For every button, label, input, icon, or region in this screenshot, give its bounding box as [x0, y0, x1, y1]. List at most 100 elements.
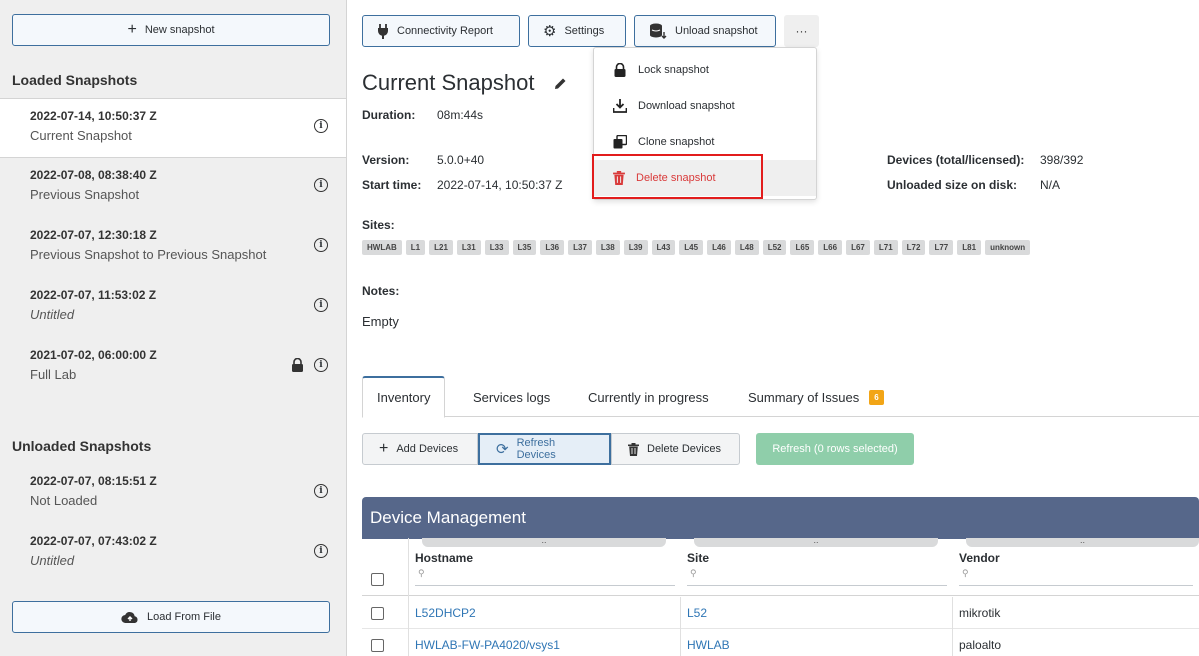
tab-summary-of-issues[interactable]: Summary of Issues 6 — [748, 376, 884, 418]
device-management-header: Device Management — [362, 497, 1199, 539]
pencil-icon[interactable] — [553, 77, 567, 91]
snapshot-item[interactable]: 2022-07-07, 07:43:02 Z Untitled i — [0, 524, 346, 584]
snapshot-date: 2022-07-14, 10:50:37 Z — [30, 109, 157, 123]
loaded-snapshots-heading: Loaded Snapshots — [12, 72, 138, 88]
site-badge: L71 — [873, 240, 898, 255]
site-badge: L39 — [623, 240, 648, 255]
site-badge: L46 — [707, 240, 731, 255]
site-filter-input[interactable]: ⚲ — [687, 568, 947, 586]
row-checkbox[interactable] — [371, 638, 384, 652]
site-badge: L45 — [679, 240, 704, 255]
plug-icon — [378, 23, 388, 39]
row-checkbox-cell — [365, 597, 384, 629]
vendor-column-header[interactable]: .. Vendor ⚲ — [953, 536, 1199, 596]
column-drag-handle[interactable]: .. — [694, 536, 938, 547]
duration-value: 08m:44s — [437, 108, 484, 122]
site-badge: L72 — [901, 240, 926, 255]
snapshot-item[interactable]: 2022-07-07, 11:53:02 Z Untitled i — [0, 278, 346, 338]
column-divider — [680, 597, 681, 656]
snapshot-item[interactable]: 2022-07-14, 10:50:37 Z Current Snapshot … — [0, 98, 346, 158]
unload-snapshot-button[interactable]: Unload snapshot — [634, 15, 776, 47]
tab-bar: Inventory Services logs Currently in pro… — [362, 376, 1199, 418]
site-column-header[interactable]: .. Site ⚲ — [681, 536, 953, 596]
add-devices-button[interactable]: + Add Devices — [362, 433, 478, 465]
delete-devices-button[interactable]: Delete Devices — [611, 433, 740, 465]
hostname-cell[interactable]: L52DHCP2 — [409, 597, 476, 629]
load-from-file-button[interactable]: Load From File — [12, 601, 330, 633]
hostname-column-header[interactable]: .. Hostname ⚲ — [409, 536, 681, 596]
connectivity-report-button[interactable]: Connectivity Report — [362, 15, 520, 47]
device-actions: + Add Devices ⟳ Refresh Devices Delete D… — [362, 433, 740, 465]
info-icon[interactable]: i — [314, 238, 328, 252]
settings-label: Settings — [564, 25, 605, 37]
tab-services-logs[interactable]: Services logs — [473, 376, 550, 418]
refresh-devices-button[interactable]: ⟳ Refresh Devices — [478, 433, 611, 465]
page-title: Current Snapshot — [362, 70, 535, 95]
new-snapshot-button[interactable]: + New snapshot — [12, 14, 330, 46]
highlight-annotation-box — [592, 154, 763, 199]
column-divider — [408, 538, 409, 656]
column-drag-handle[interactable]: .. — [966, 536, 1199, 547]
site-badge: L33 — [484, 240, 509, 255]
info-icon[interactable]: i — [314, 484, 328, 498]
snapshot-date: 2022-07-08, 08:38:40 Z — [30, 168, 157, 182]
snapshot-item[interactable]: 2022-07-08, 08:38:40 Z Previous Snapshot… — [0, 158, 346, 218]
table-row[interactable]: HWLAB-FW-PA4020/vsys1 HWLAB paloalto — [362, 629, 1199, 656]
search-icon: ⚲ — [690, 568, 697, 578]
info-icon[interactable]: i — [314, 544, 328, 558]
devices-value: 398/392 — [1040, 153, 1084, 167]
select-column-header — [362, 538, 409, 596]
site-badge: L38 — [595, 240, 620, 255]
vendor-filter-input[interactable]: ⚲ — [959, 568, 1193, 586]
snapshot-date: 2022-07-07, 11:53:02 Z — [30, 288, 157, 302]
tab-summary-of-issues-label: Summary of Issues — [748, 389, 860, 405]
tab-currently-in-progress[interactable]: Currently in progress — [588, 376, 709, 418]
site-cell[interactable]: L52 — [681, 597, 707, 629]
site-badge: L35 — [512, 240, 537, 255]
select-all-checkbox[interactable] — [371, 573, 384, 586]
hostname-column-title: Hostname — [415, 551, 474, 565]
row-checkbox[interactable] — [371, 606, 384, 620]
snapshot-item[interactable]: 2021-07-02, 06:00:00 Z Full Lab i — [0, 338, 346, 398]
sidebar: + New snapshot Loaded Snapshots 2022-07-… — [0, 0, 347, 656]
column-drag-handle[interactable]: .. — [422, 536, 666, 547]
info-icon[interactable]: i — [314, 119, 328, 133]
info-icon[interactable]: i — [314, 358, 328, 372]
hostname-cell[interactable]: HWLAB-FW-PA4020/vsys1 — [409, 629, 560, 656]
version-label: Version: — [362, 153, 410, 167]
info-icon[interactable]: i — [314, 298, 328, 312]
trash-icon — [628, 442, 639, 456]
download-snapshot-menu-item[interactable]: Download snapshot — [594, 88, 816, 124]
cloud-upload-icon — [121, 611, 138, 623]
unloaded-snapshots-heading: Unloaded Snapshots — [12, 438, 152, 454]
snapshot-item[interactable]: 2022-07-07, 12:30:18 Z Previous Snapshot… — [0, 218, 346, 278]
sites-label: Sites: — [362, 218, 395, 232]
refresh-selected-button[interactable]: Refresh (0 rows selected) — [756, 433, 914, 465]
site-badge: L81 — [957, 240, 982, 255]
clone-snapshot-label: Clone snapshot — [638, 136, 715, 148]
duration-label: Duration: — [362, 108, 416, 122]
delete-devices-label: Delete Devices — [647, 443, 721, 455]
settings-button[interactable]: ⚙ Settings — [528, 15, 626, 47]
search-icon: ⚲ — [962, 568, 969, 578]
load-from-file-label: Load From File — [147, 611, 221, 623]
lock-snapshot-menu-item[interactable]: Lock snapshot — [594, 52, 816, 88]
table-row[interactable]: L52DHCP2 L52 mikrotik — [362, 597, 1199, 629]
snapshot-name: Untitled — [30, 553, 75, 568]
clone-icon — [613, 135, 627, 149]
snapshot-name: Previous Snapshot — [30, 187, 140, 202]
site-badge: L43 — [651, 240, 676, 255]
plus-icon: + — [127, 21, 137, 38]
vendor-column-title: Vendor — [959, 551, 1000, 565]
issues-count-badge: 6 — [869, 389, 884, 405]
site-badge: L65 — [790, 240, 815, 255]
tab-inventory[interactable]: Inventory — [362, 376, 446, 418]
lock-snapshot-label: Lock snapshot — [638, 64, 709, 76]
more-options-button[interactable]: ··· — [784, 15, 819, 47]
site-badge: unknown — [985, 240, 1031, 255]
snapshot-item[interactable]: 2022-07-07, 08:15:51 Z Not Loaded i — [0, 464, 346, 524]
hostname-filter-input[interactable]: ⚲ — [415, 568, 675, 586]
info-icon[interactable]: i — [314, 178, 328, 192]
site-cell[interactable]: HWLAB — [681, 629, 730, 656]
notes-value: Empty — [362, 314, 399, 329]
